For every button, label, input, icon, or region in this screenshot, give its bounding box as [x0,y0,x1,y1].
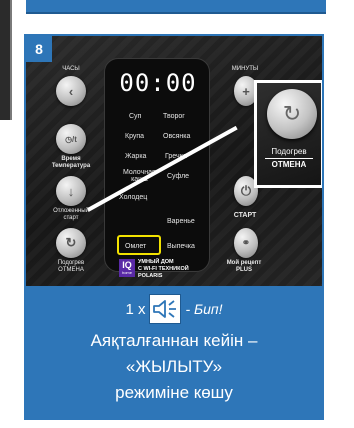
label-my-recipe: Мой рецепт PLUS [226,260,262,273]
program-baking: Выпечка [167,243,195,250]
control-panel: 8 ЧАСЫ ‹ ◷/t Время Температура ↓ Отложен… [26,36,322,286]
caption-line-2: «ЖЫЛЫТУ» [125,357,223,376]
top-frame [0,0,354,120]
beep-count: 1 x [125,300,146,318]
display-screen: 00:00 Суп Творог Крупа Овсянка Жарка Гре… [104,58,210,279]
label-time-temp: Время Температура [51,156,91,169]
label-minutes: МИНУТЫ [231,66,259,72]
keep-warm-zoom-callout: ↻ Подогрев ОТМЕНА [254,80,322,188]
label-start: СТАРТ [233,212,257,219]
program-grain: Крупа [125,133,145,140]
instruction-card: 8 ЧАСЫ ‹ ◷/t Время Температура ↓ Отложен… [24,34,324,420]
speaker-icon [149,294,182,324]
previous-card-edge [0,0,12,120]
chef-hat-icon: ⚭ [241,237,251,249]
program-jam: Варенье [167,218,195,225]
zoom-divider [265,158,313,159]
arrow-left-icon: ‹ [68,83,74,99]
hours-button[interactable]: ‹ [56,76,86,106]
label-keep-warm: Подогрев ОТМЕНА [57,260,85,273]
program-soup: Суп [129,113,142,120]
omelet-highlight [117,235,161,255]
program-oatmeal: Овсянка [163,133,191,140]
time-temp-button[interactable]: ◷/t [56,124,86,154]
smart-home-text: УМНЫЙ ДОМ С WI-FI ТЕХНИКОЙ POLARIS [138,259,189,279]
program-aspic: Холодец [119,194,148,201]
delayed-start-button[interactable]: ↓ [56,176,86,206]
beep-label: - Бип! [185,301,223,317]
program-souffle: Суфле [167,173,190,180]
zoom-label-keep-warm: Подогрев [271,147,307,156]
clock-display: 00:00 [119,69,197,97]
zoom-label-cancel: ОТМЕНА [271,160,307,169]
power-icon: ⏻ [240,183,252,198]
beep-indicator: 1 x - Бип! [26,294,322,324]
zoom-keep-warm-button: ↻ [267,89,317,139]
caption-line-1: Аяқталғаннан кейін – [90,331,258,350]
time-temp-icon: ◷/t [65,134,77,144]
program-cottage-cheese: Творог [163,113,185,120]
my-recipe-button[interactable]: ⚭ [234,228,258,258]
keep-warm-button[interactable]: ↻ [56,228,86,258]
program-frying: Жарка [125,153,147,160]
refresh-icon: ↻ [282,101,302,126]
instruction-caption: 1 x - Бип! Аяқталғаннан кейін – «ЖЫЛЫТУ»… [26,286,322,418]
plus-icon: + [242,83,250,99]
caption-line-3: режиміне көшу [115,383,233,402]
arrow-down-icon: ↓ [67,183,75,199]
step-number-badge: 8 [26,36,52,62]
label-hours: ЧАСЫ [62,66,80,72]
refresh-icon: ↻ [65,235,77,250]
previous-card-footer [26,0,326,14]
iq-home-logo: IQ home [119,259,135,277]
